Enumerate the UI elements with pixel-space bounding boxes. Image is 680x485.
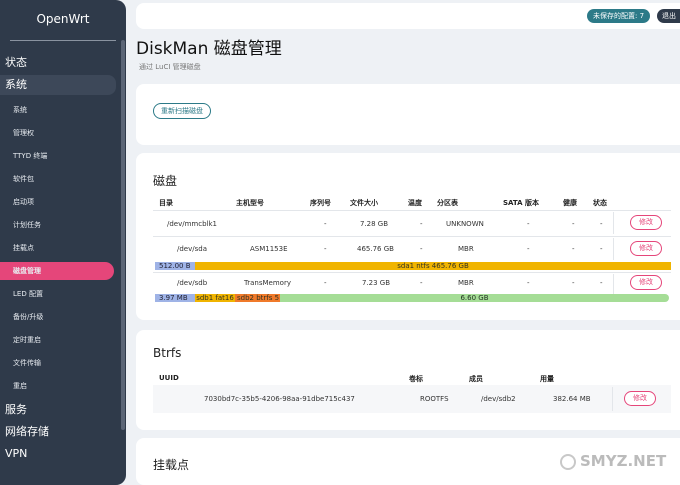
watermark-text: SMYZ.NET bbox=[580, 452, 667, 470]
partition-free-space-end[interactable]: 6.60 GB bbox=[280, 294, 669, 302]
nav-sub-diskman[interactable]: 磁盘管理 bbox=[0, 262, 114, 280]
disk-path: /dev/sdb bbox=[177, 279, 208, 287]
disk-size: 7.23 GB bbox=[362, 279, 391, 287]
disk-health: - bbox=[572, 245, 575, 253]
col-label: 卷标 bbox=[409, 375, 423, 383]
page-description: 通过 LuCI 管理磁盘 bbox=[139, 63, 201, 71]
disk-status: - bbox=[600, 245, 603, 253]
col-members: 成员 bbox=[469, 375, 483, 383]
watermark-icon bbox=[560, 454, 576, 470]
disk-model: ASM1153E bbox=[250, 245, 288, 253]
disk-table: UNKNOWN bbox=[446, 220, 484, 228]
brand-divider bbox=[10, 40, 116, 41]
disk-serial: - bbox=[324, 279, 327, 287]
sidebar: OpenWrt 状态 系统 系统 管理权 TTYD 终端 软件包 启动项 计划任… bbox=[0, 0, 126, 485]
btrfs-section-title: Btrfs bbox=[153, 346, 182, 360]
nav-sub-crontab[interactable]: 计划任务 bbox=[0, 214, 126, 237]
nav-nas[interactable]: 网络存储 bbox=[0, 422, 126, 442]
disk-table: MBR bbox=[458, 245, 474, 253]
action-divider bbox=[613, 238, 614, 260]
partition-sdb2[interactable]: sdb2 btrfs 5 bbox=[235, 294, 280, 302]
disk-path: /dev/mmcblk1 bbox=[167, 220, 217, 228]
disk-sata: - bbox=[527, 245, 530, 253]
nav-sub-ttyd[interactable]: TTYD 终端 bbox=[0, 145, 126, 168]
nav-sub-system[interactable]: 系统 bbox=[0, 99, 126, 122]
edit-btrfs-button[interactable]: 修改 bbox=[624, 391, 656, 406]
nav-sub-packages[interactable]: 软件包 bbox=[0, 168, 126, 191]
btrfs-usage: 382.64 MB bbox=[553, 395, 591, 403]
mounts-section-title: 挂载点 bbox=[153, 458, 190, 472]
disk-temp: - bbox=[420, 279, 423, 287]
nav-sub-reboot[interactable]: 重启 bbox=[0, 375, 126, 398]
unsaved-changes-badge[interactable]: 未保存的配置: 7 bbox=[587, 9, 651, 23]
btrfs-members: /dev/sdb2 bbox=[481, 395, 516, 403]
nav-sub-mounts[interactable]: 挂载点 bbox=[0, 237, 126, 260]
col-temp: 温度 bbox=[408, 199, 422, 207]
nav-system[interactable]: 系统 bbox=[0, 75, 116, 95]
logout-button[interactable]: 退出 bbox=[657, 9, 680, 23]
edit-disk-button[interactable]: 修改 bbox=[630, 215, 662, 230]
edit-disk-button[interactable]: 修改 bbox=[630, 275, 662, 290]
disk-temp: - bbox=[420, 220, 423, 228]
col-table: 分区表 bbox=[437, 199, 458, 207]
partition-free-space[interactable]: 3.97 MB bbox=[155, 294, 195, 302]
partition-free-space[interactable]: 512.00 B bbox=[155, 262, 195, 270]
nav-sub-backup[interactable]: 备份/升级 bbox=[0, 306, 126, 329]
disk-status: - bbox=[600, 279, 603, 287]
disk-temp: - bbox=[420, 245, 423, 253]
disk-sata: - bbox=[527, 279, 530, 287]
col-health: 健康 bbox=[563, 199, 577, 207]
nav-sub-autoreboot[interactable]: 定时重启 bbox=[0, 329, 126, 352]
col-size: 文件大小 bbox=[350, 199, 378, 207]
action-divider bbox=[613, 274, 614, 294]
nav-vpn[interactable]: VPN bbox=[0, 444, 126, 464]
action-divider bbox=[613, 212, 614, 234]
disk-table: MBR bbox=[458, 279, 474, 287]
disk-model: TransMemory bbox=[244, 279, 291, 287]
col-path: 目录 bbox=[159, 199, 173, 207]
col-sata: SATA 版本 bbox=[503, 199, 540, 207]
disk-sata: - bbox=[527, 220, 530, 228]
rescan-card bbox=[136, 84, 680, 145]
page-title: DiskMan 磁盘管理 bbox=[136, 39, 282, 59]
row-divider bbox=[153, 236, 671, 237]
disks-section-title: 磁盘 bbox=[153, 174, 178, 188]
action-divider bbox=[612, 387, 613, 411]
col-model: 主机型号 bbox=[236, 199, 264, 207]
row-divider bbox=[153, 272, 671, 273]
btrfs-card bbox=[136, 330, 680, 430]
btrfs-uuid: 7030bd7c-35b5-4206-98aa-91dbe715c437 bbox=[204, 395, 355, 403]
disk-serial: - bbox=[324, 220, 327, 228]
partition-sda1[interactable]: sda1 ntfs 465.76 GB bbox=[195, 262, 671, 270]
rescan-button[interactable]: 重新扫描磁盘 bbox=[153, 103, 211, 119]
col-usage: 用量 bbox=[540, 375, 554, 383]
disk-serial: - bbox=[324, 245, 327, 253]
col-serial: 序列号 bbox=[310, 199, 331, 207]
partition-sdb1[interactable]: sdb1 fat16 bbox=[195, 294, 235, 302]
brand-logo[interactable]: OpenWrt bbox=[0, 0, 126, 40]
col-status: 状态 bbox=[593, 199, 607, 207]
nav-sub-led[interactable]: LED 配置 bbox=[0, 283, 126, 306]
disk-path: /dev/sda bbox=[177, 245, 207, 253]
sidebar-scrollbar[interactable] bbox=[121, 40, 125, 430]
disk-health: - bbox=[572, 279, 575, 287]
disk-status: - bbox=[600, 220, 603, 228]
nav-sub-startup[interactable]: 启动项 bbox=[0, 191, 126, 214]
nav-sub-filetransfer[interactable]: 文件传输 bbox=[0, 352, 126, 375]
edit-disk-button[interactable]: 修改 bbox=[630, 241, 662, 256]
nav-sub-admin[interactable]: 管理权 bbox=[0, 122, 126, 145]
btrfs-label: ROOTFS bbox=[420, 395, 449, 403]
disk-size: 7.28 GB bbox=[360, 220, 389, 228]
nav-status[interactable]: 状态 bbox=[0, 53, 126, 73]
col-uuid: UUID bbox=[159, 374, 179, 382]
disk-size: 465.76 GB bbox=[357, 245, 394, 253]
nav-services[interactable]: 服务 bbox=[0, 400, 126, 420]
disk-health: - bbox=[572, 220, 575, 228]
row-divider bbox=[153, 210, 671, 211]
